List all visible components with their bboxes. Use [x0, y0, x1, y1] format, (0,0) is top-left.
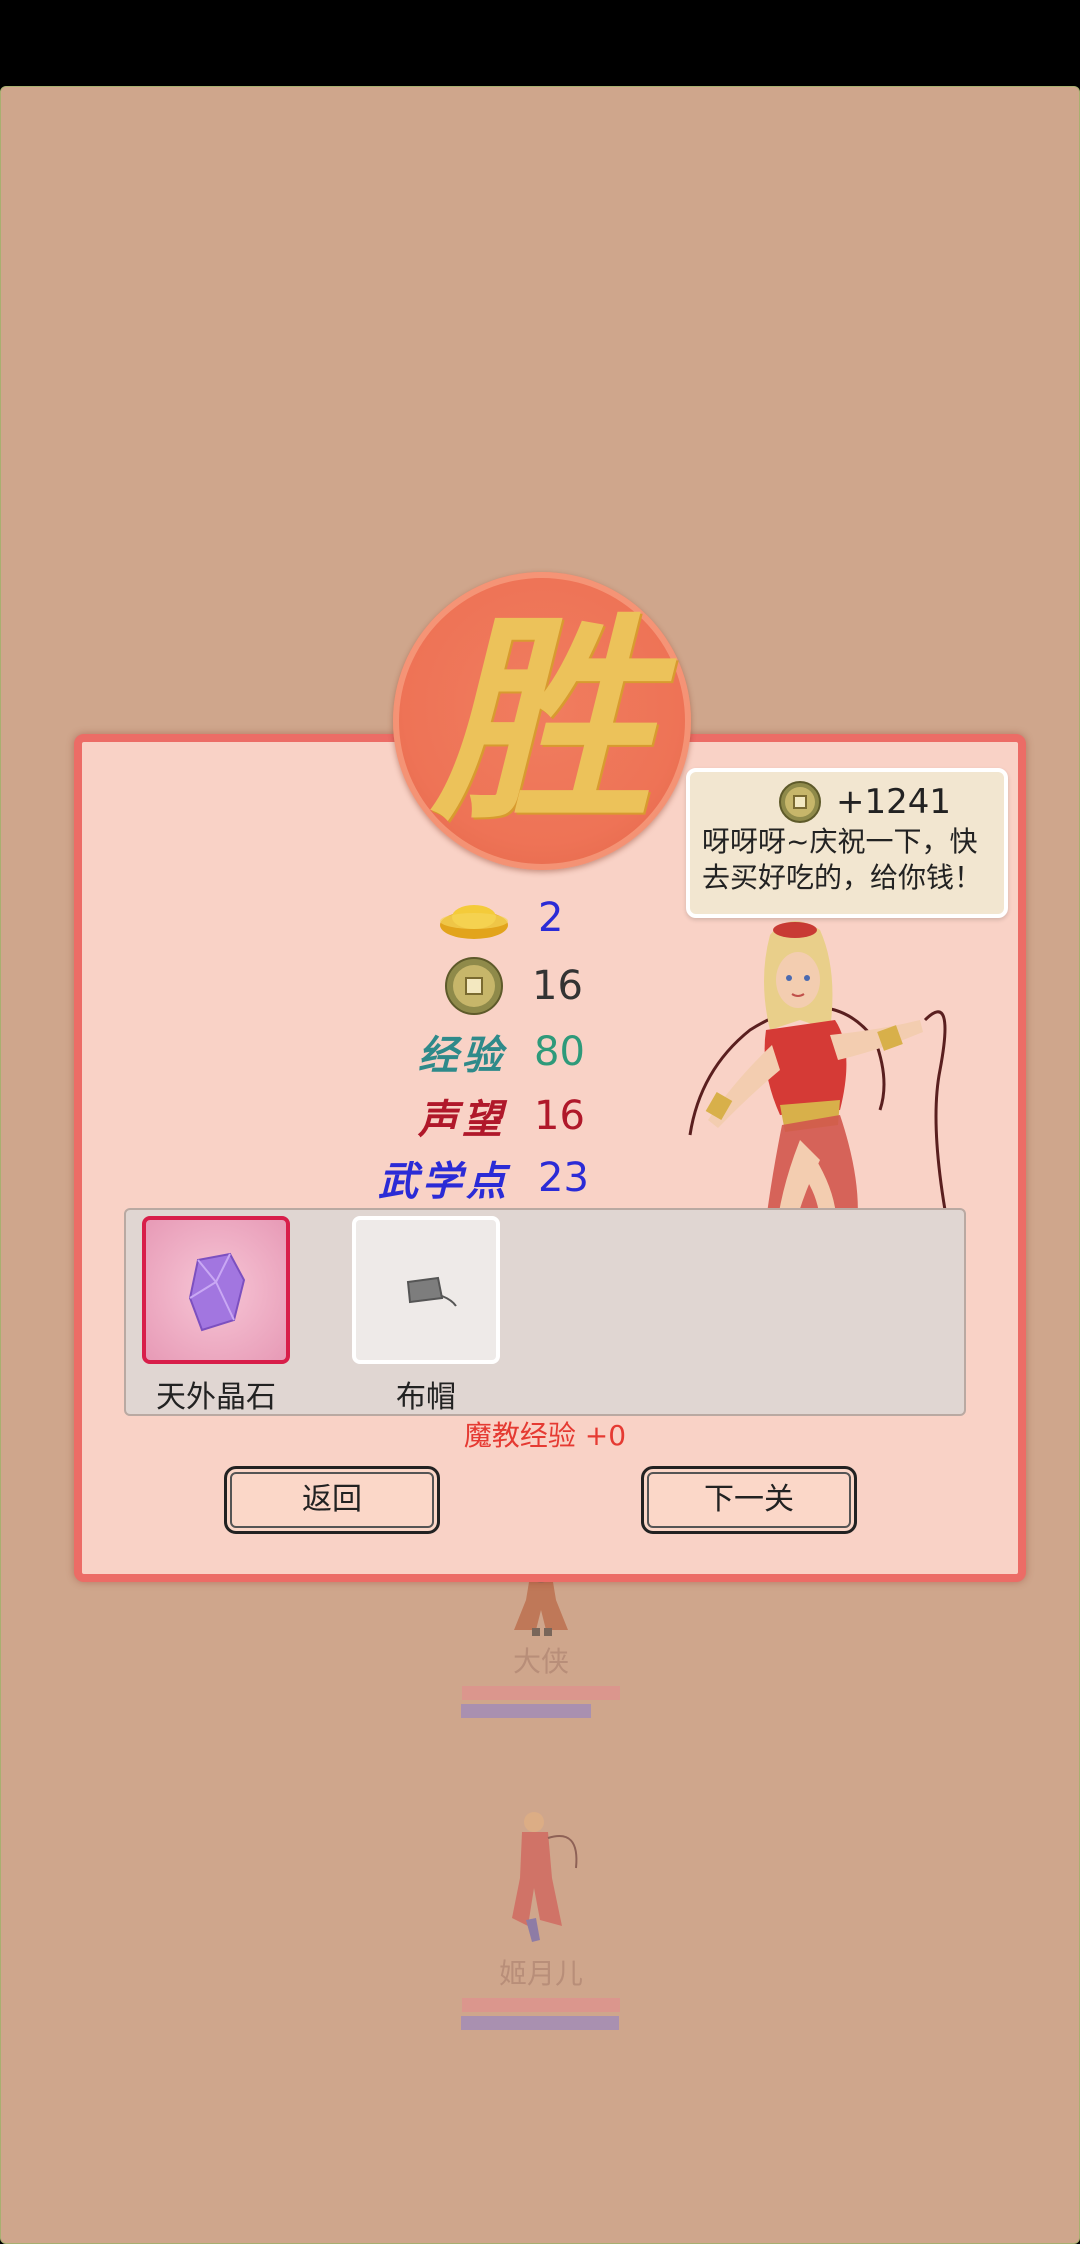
coins-value: 16 [532, 963, 583, 1009]
loot-panel: 天外晶石 布帽 [124, 1208, 966, 1416]
status-bar [0, 0, 1080, 86]
unit-mp-bar [461, 1704, 591, 1718]
back-button[interactable]: 返回 [224, 1466, 440, 1534]
exp-label: 经验 [418, 1032, 506, 1079]
victory-glyph: 胜 [431, 591, 652, 850]
victory-badge: 胜 [393, 572, 691, 870]
copper-coin-icon [445, 957, 503, 1015]
martial-value: 23 [538, 1155, 589, 1201]
unit-name: 大侠 [512, 1645, 569, 1678]
reward-ingot: 2 [438, 890, 563, 946]
fame-label: 声望 [418, 1096, 506, 1143]
loot-name-crystal: 天外晶石 [156, 1380, 276, 1415]
unit-name: 姬月儿 [498, 1957, 583, 1990]
reward-martial: 武学点 23 [378, 1150, 589, 1206]
unit-hp-bar [462, 1998, 620, 2012]
speech-bubble: +1241 呀呀呀~庆祝一下，快去买好吃的，给你钱！ [686, 768, 1008, 918]
loot-name-hat: 布帽 [396, 1380, 456, 1415]
ingot-value: 2 [538, 895, 564, 941]
fame-value: 16 [534, 1093, 585, 1139]
heroine-figure-icon [512, 1812, 578, 1942]
martial-label: 武学点 [378, 1158, 510, 1205]
gold-gain-line: +1241 [778, 780, 951, 824]
purple-crystal-icon [188, 1252, 246, 1332]
cloth-hat-icon [406, 1276, 457, 1307]
unit-hp-bar [462, 1686, 620, 1700]
demon-sect-exp: 魔教经验 +0 [463, 1419, 627, 1452]
reward-coins: 16 [444, 957, 583, 1015]
unit-jiyueer: 姬月儿 [461, 1808, 621, 2030]
loot-slot-crystal[interactable] [142, 1216, 290, 1364]
gold-gain-value: +1241 [836, 782, 952, 822]
gold-ingot-icon [440, 905, 508, 939]
speech-message: 呀呀呀~庆祝一下，快去买好吃的，给你钱！ [702, 825, 983, 894]
copper-coin-icon [779, 781, 821, 823]
exp-value: 80 [534, 1029, 585, 1075]
reward-fame: 声望 16 [418, 1088, 585, 1144]
unit-daxia: 大侠 [461, 1570, 621, 1718]
next-level-button[interactable]: 下一关 [641, 1466, 857, 1534]
unit-mp-bar [461, 2016, 619, 2030]
reward-exp: 经验 80 [418, 1024, 585, 1080]
loot-slot-hat[interactable] [352, 1216, 500, 1364]
